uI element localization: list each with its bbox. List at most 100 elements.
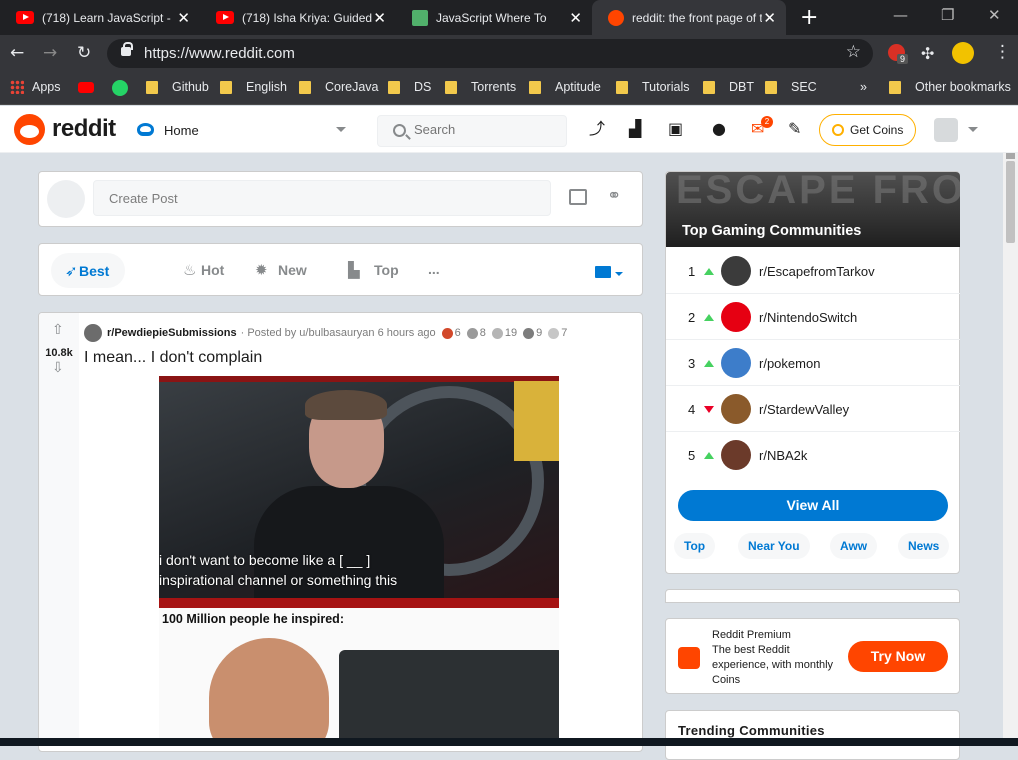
browser-tab-1[interactable]: (718) Learn JavaScript - F ✕	[0, 0, 200, 35]
sort-new-button[interactable]: ✹ New	[255, 261, 307, 279]
view-all-button[interactable]: View All	[678, 490, 948, 521]
award-icon[interactable]	[441, 327, 453, 339]
reddit-wordmark[interactable]: reddit	[52, 115, 116, 143]
bookmark-ds[interactable]: DS	[388, 80, 431, 94]
post-card[interactable]: ⇧ 10.8k ⇩ r/PewdiepieSubmissions · Poste…	[38, 312, 643, 752]
link-icon[interactable]: ⚭	[607, 186, 621, 206]
community-avatar[interactable]	[721, 348, 751, 378]
forward-icon[interactable]: →	[43, 43, 57, 63]
community-avatar[interactable]	[721, 302, 751, 332]
bookmark-github[interactable]: Github	[146, 80, 209, 94]
bookmark-tutorials[interactable]: Tutorials	[616, 80, 689, 94]
bookmark-torrents[interactable]: Torrents	[445, 80, 516, 94]
pill-aww[interactable]: Aww	[830, 533, 878, 559]
bookmark-youtube[interactable]	[78, 82, 94, 93]
try-now-button[interactable]: Try Now	[848, 641, 948, 672]
folder-icon	[703, 80, 715, 94]
chat-icon[interactable]: ●	[712, 121, 726, 137]
community-name[interactable]: r/StardewValley	[759, 402, 849, 417]
sort-more-button[interactable]: ...	[428, 261, 440, 277]
downvote-icon[interactable]: ⇩	[52, 360, 64, 376]
browser-tab-3[interactable]: JavaScript Where To ✕	[396, 0, 592, 35]
bookmark-apps[interactable]: Apps	[10, 80, 61, 94]
minimize-icon[interactable]: —	[893, 6, 908, 24]
list-item[interactable]: 1 r/EscapefromTarkov	[666, 248, 960, 294]
browser-tab-2[interactable]: (718) Isha Kriya: Guided M ✕	[200, 0, 396, 35]
list-item[interactable]: 4 r/StardewValley	[666, 386, 960, 432]
search-input[interactable]	[414, 122, 554, 137]
user-avatar[interactable]	[934, 118, 958, 142]
create-post-icon[interactable]: ✎	[788, 121, 801, 137]
upvote-icon[interactable]: ⇧	[52, 322, 64, 338]
profile-avatar[interactable]	[952, 42, 974, 64]
list-item[interactable]: 5 r/NBA2k	[666, 432, 960, 478]
restore-icon[interactable]: ❐	[941, 6, 954, 24]
bookmark-aptitude[interactable]: Aptitude	[529, 80, 601, 94]
community-avatar[interactable]	[721, 256, 751, 286]
new-tab-button[interactable]: +	[800, 5, 818, 30]
star-icon[interactable]: ☆	[846, 42, 861, 62]
bookmark-dbt[interactable]: DBT	[703, 80, 754, 94]
close-icon[interactable]: ✕	[569, 9, 582, 27]
award-icon[interactable]	[466, 327, 478, 339]
browser-toolbar: ← → ↻ https://www.reddit.com ☆	[0, 35, 1018, 71]
close-icon[interactable]: ✕	[177, 9, 190, 27]
pill-top[interactable]: Top	[674, 533, 716, 559]
create-post-input[interactable]: Create Post	[93, 180, 551, 216]
card-view-icon[interactable]	[595, 266, 611, 278]
puzzle-icon[interactable]: ✣	[921, 44, 934, 63]
page-scrollbar[interactable]	[1003, 153, 1018, 746]
subreddit-avatar[interactable]	[84, 324, 102, 342]
home-dropdown-label[interactable]: Home	[164, 123, 199, 138]
bookmarks-overflow[interactable]: »	[860, 80, 867, 94]
stats-icon[interactable]: ▟	[629, 121, 641, 137]
bookmark-corejava[interactable]: CoreJava	[299, 80, 379, 94]
get-coins-button[interactable]: Get Coins	[819, 114, 916, 146]
browser-tab-4[interactable]: reddit: the front page of t ✕	[592, 0, 786, 35]
other-bookmarks[interactable]: Other bookmarks	[889, 80, 1011, 94]
back-icon[interactable]: ←	[10, 43, 24, 63]
scroll-up-arrow[interactable]	[1006, 153, 1015, 159]
bookmark-sec[interactable]: SEC	[765, 80, 817, 94]
close-window-icon[interactable]: ✕	[988, 6, 1001, 24]
list-item[interactable]: 2 r/NintendoSwitch	[666, 294, 960, 340]
bookmark-whatsapp[interactable]	[112, 80, 128, 96]
image-upload-icon[interactable]	[569, 189, 587, 205]
posted-by[interactable]: · Posted by u/bulbasauryan 6 hours ago	[241, 327, 436, 339]
post-image[interactable]: i don't want to become like a [ __ ] ins…	[159, 376, 559, 746]
extension-icon[interactable]: 9	[888, 44, 909, 64]
community-name[interactable]: r/NBA2k	[759, 448, 807, 463]
community-name[interactable]: r/EscapefromTarkov	[759, 264, 875, 279]
reddit-logo-icon[interactable]	[14, 114, 45, 145]
avatar[interactable]	[47, 180, 85, 218]
sort-best-button[interactable]: ➶ Best	[51, 253, 126, 288]
award-icon[interactable]	[548, 327, 560, 339]
burst-icon: ✹	[255, 261, 268, 279]
chevron-down-icon[interactable]	[968, 127, 978, 132]
award-icon[interactable]	[523, 327, 535, 339]
reload-icon[interactable]: ↻	[77, 43, 91, 63]
more-menu-icon[interactable]: ⋮	[994, 42, 1011, 62]
community-avatar[interactable]	[721, 440, 751, 470]
coins-feed-icon[interactable]: ▣	[668, 121, 683, 137]
community-avatar[interactable]	[721, 394, 751, 424]
bookmark-english[interactable]: English	[220, 80, 287, 94]
scrollbar-thumb[interactable]	[1006, 161, 1015, 243]
post-title[interactable]: I mean... I don't complain	[84, 349, 262, 367]
close-icon[interactable]: ✕	[373, 9, 386, 27]
subreddit-link[interactable]: r/PewdiepieSubmissions	[107, 327, 237, 339]
close-icon[interactable]: ✕	[763, 9, 776, 27]
award-icon[interactable]	[491, 327, 503, 339]
sort-top-button[interactable]: ▙ Top	[348, 261, 399, 279]
search-bar[interactable]	[377, 115, 567, 147]
pill-near-you[interactable]: Near You	[738, 533, 810, 559]
address-bar[interactable]: https://www.reddit.com ☆	[107, 39, 873, 68]
sort-hot-button[interactable]: ♨ Hot	[183, 261, 224, 279]
pill-news[interactable]: News	[898, 533, 950, 559]
community-name[interactable]: r/pokemon	[759, 356, 820, 371]
trending-icon[interactable]: ⤴	[589, 121, 605, 137]
list-item[interactable]: 3 r/pokemon	[666, 340, 960, 386]
chevron-down-icon[interactable]	[336, 127, 346, 132]
chevron-down-icon[interactable]	[615, 272, 623, 276]
community-name[interactable]: r/NintendoSwitch	[759, 310, 857, 325]
